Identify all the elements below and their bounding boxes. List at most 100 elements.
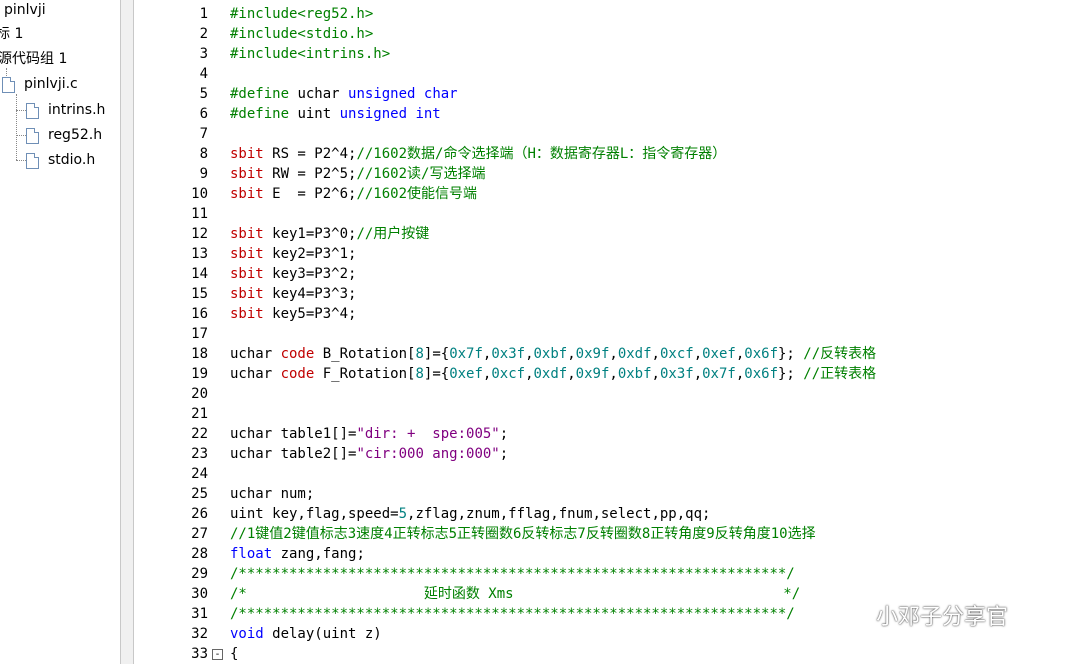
line-number: 14 bbox=[191, 266, 208, 282]
code-token-plain: delay(uint z) bbox=[263, 626, 382, 642]
tree-item-label: stdio.h bbox=[48, 152, 96, 168]
code-token-plain: uchar bbox=[230, 346, 281, 362]
code-line[interactable]: /* 延时函数 Xms */ bbox=[230, 584, 800, 604]
code-token-comment: //1602读/写选择端 bbox=[356, 166, 486, 182]
code-line[interactable]: { bbox=[230, 644, 238, 664]
code-line[interactable]: uchar table2[]="cir:000 ang:000"; bbox=[230, 444, 508, 464]
code-line[interactable]: void delay(uint z) bbox=[230, 624, 382, 644]
code-token-number: 0x7f bbox=[702, 366, 736, 382]
line-number: 19 bbox=[191, 366, 208, 382]
code-token-comment: //用户按键 bbox=[356, 226, 430, 242]
code-token-number: 8 bbox=[415, 366, 424, 382]
code-line[interactable]: uchar table1[]="dir: + spe:005"; bbox=[230, 424, 508, 444]
code-line[interactable]: sbit key5=P3^4; bbox=[230, 304, 356, 324]
code-line[interactable]: sbit E = P2^6;//1602使能信号端 bbox=[230, 184, 477, 204]
code-token-plain: , bbox=[693, 346, 703, 362]
code-line[interactable]: /***************************************… bbox=[230, 564, 795, 584]
code-token-sfr-keyword: sbit bbox=[230, 166, 264, 182]
code-token-plain: uchar table2[]= bbox=[230, 446, 357, 462]
line-number: 33 bbox=[191, 646, 208, 662]
code-token-number: 0x7f bbox=[449, 346, 483, 362]
code-token-plain: F_Rotation[ bbox=[314, 366, 416, 382]
file-icon bbox=[26, 153, 39, 169]
code-line[interactable]: sbit RS = P2^4;//1602数据/命令选择端（H：数据寄存器L：指… bbox=[230, 144, 726, 164]
panel-splitter[interactable] bbox=[120, 0, 134, 664]
code-token-number: 0x6f bbox=[744, 366, 778, 382]
tree-item-label: reg52.h bbox=[48, 127, 103, 143]
code-token-plain: uint key,flag,speed= bbox=[230, 506, 399, 522]
code-line[interactable]: #define uchar unsigned char bbox=[230, 84, 458, 104]
line-number: 2 bbox=[199, 26, 208, 42]
line-number: 9 bbox=[199, 166, 208, 182]
tree-item-label: pinlvji.c bbox=[24, 76, 78, 92]
code-token-number: 0xbf bbox=[533, 346, 568, 362]
line-number: 32 bbox=[191, 626, 208, 642]
code-line[interactable]: uchar code B_Rotation[8]={0x7f,0x3f,0xbf… bbox=[230, 344, 876, 364]
code-editor[interactable]: 1 #include<reg52.h> 2 #include<stdio.h> 3 #in… bbox=[134, 0, 1076, 664]
line-number: 25 bbox=[191, 486, 208, 502]
code-token-sfr-keyword: code bbox=[280, 346, 315, 362]
code-line[interactable]: uchar num; bbox=[230, 484, 314, 504]
code-line[interactable]: #include<reg52.h> bbox=[230, 4, 373, 24]
tree-item-target[interactable]: 标 1 bbox=[0, 22, 23, 46]
code-token-number: 0xef bbox=[449, 366, 483, 382]
code-line[interactable]: sbit key3=P3^2; bbox=[230, 264, 356, 284]
code-line[interactable]: sbit RW = P2^5;//1602读/写选择端 bbox=[230, 164, 485, 184]
code-token-plain: key5=P3^4; bbox=[263, 306, 357, 322]
code-token-plain: RW = P2^5; bbox=[263, 166, 357, 182]
code-line[interactable]: sbit key4=P3^3; bbox=[230, 284, 356, 304]
code-token-number: 8 bbox=[415, 346, 424, 362]
code-token-sfr-keyword: code bbox=[280, 366, 315, 382]
line-number: 3 bbox=[199, 46, 208, 62]
code-token-preprocessor: #define bbox=[230, 106, 290, 122]
code-token-plain: key2=P3^1; bbox=[263, 246, 357, 262]
line-number: 10 bbox=[191, 186, 208, 202]
code-token-plain: }; bbox=[778, 366, 804, 382]
code-token-plain: , bbox=[651, 366, 660, 382]
line-number: 24 bbox=[191, 466, 208, 482]
code-token-number: 0x9f bbox=[575, 366, 610, 382]
code-token-number: 0x3f bbox=[659, 366, 694, 382]
code-line[interactable]: float zang,fang; bbox=[230, 544, 365, 564]
code-token-plain: key4=P3^3; bbox=[263, 286, 357, 302]
wechat-icon bbox=[843, 607, 871, 629]
code-token-plain: zang,fang; bbox=[272, 546, 365, 562]
line-number: 23 bbox=[191, 446, 208, 462]
code-token-plain: ]={ bbox=[423, 366, 450, 382]
code-line[interactable]: /***************************************… bbox=[230, 604, 795, 624]
watermark: 小邓子分享官 bbox=[842, 600, 1008, 636]
code-line[interactable]: uchar code F_Rotation[8]={0xef,0xcf,0xdf… bbox=[230, 364, 876, 384]
code-line[interactable]: #include<intrins.h> bbox=[230, 44, 390, 64]
code-token-string: "cir:000 ang:000" bbox=[356, 446, 500, 462]
file-icon bbox=[2, 77, 15, 93]
code-line[interactable]: sbit key2=P3^1; bbox=[230, 244, 356, 264]
line-number: 26 bbox=[191, 506, 208, 522]
code-token-sfr-keyword: sbit bbox=[230, 186, 264, 202]
line-number: 18 bbox=[191, 346, 208, 362]
line-number: 22 bbox=[191, 426, 208, 442]
tree-item-reg52-h[interactable]: reg52.h bbox=[0, 123, 120, 147]
code-line[interactable]: //1键值2键值标志3速度4正转标志5正转圈数6反转标志7反转圈数8正转角度9反… bbox=[230, 524, 816, 544]
code-line[interactable]: #include<stdio.h> bbox=[230, 24, 373, 44]
tree-item-label: 源代码组 1 bbox=[0, 51, 68, 67]
code-token-preprocessor: #include<intrins.h> bbox=[230, 46, 391, 62]
code-line[interactable]: #define uint unsigned int bbox=[230, 104, 441, 124]
code-token-plain: ; bbox=[499, 426, 509, 442]
tree-item-intrins-h[interactable]: intrins.h bbox=[0, 98, 120, 122]
file-icon bbox=[26, 128, 39, 144]
code-token-keyword: void bbox=[230, 626, 264, 642]
code-token-comment: //1602数据/命令选择端（H：数据寄存器L：指令寄存器） bbox=[356, 146, 727, 162]
tree-item-project[interactable]: pinlvji bbox=[4, 0, 46, 22]
code-token-preprocessor: #define bbox=[230, 86, 290, 102]
code-line[interactable]: sbit key1=P3^0;//用户按键 bbox=[230, 224, 429, 244]
line-number: 7 bbox=[199, 126, 208, 142]
fold-toggle-icon[interactable]: - bbox=[212, 649, 223, 660]
line-number: 27 bbox=[191, 526, 208, 542]
code-token-sfr-keyword: sbit bbox=[230, 226, 264, 242]
tree-item-source-group[interactable]: 源代码组 1 bbox=[0, 47, 67, 71]
code-token-plain: , bbox=[609, 346, 618, 362]
code-token-plain: , bbox=[609, 366, 618, 382]
code-line[interactable]: uint key,flag,speed=5,zflag,znum,fflag,f… bbox=[230, 504, 710, 524]
watermark-text: 小邓子分享官 bbox=[876, 605, 1009, 630]
tree-item-stdio-h[interactable]: stdio.h bbox=[0, 148, 120, 172]
